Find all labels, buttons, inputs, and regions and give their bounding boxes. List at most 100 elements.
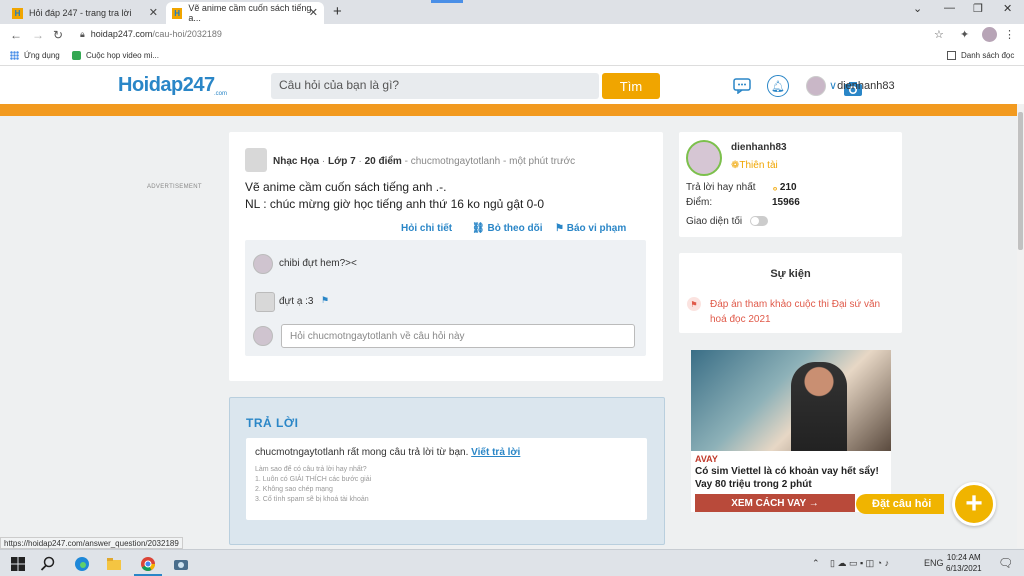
best-answers-count: 210 [779, 182, 797, 193]
url-domain: hoidap247.com [90, 29, 153, 39]
unfollow-link[interactable]: ⛓︎ Bỏ theo dõi [472, 223, 542, 234]
edge-icon[interactable] [74, 556, 90, 572]
favicon-icon: H [172, 7, 183, 19]
user-rank: ❁Thiên tài [731, 160, 778, 171]
bookmark-label: Ứng dụng [24, 51, 60, 60]
my-avatar [253, 326, 273, 346]
search-icon[interactable] [40, 556, 56, 572]
bookmark-apps[interactable]: Ứng dụng [10, 51, 60, 60]
tray-chevron-icon[interactable]: ⌃ [812, 558, 820, 569]
avatar[interactable] [806, 76, 826, 96]
minimize-icon[interactable]: — [944, 2, 955, 14]
logo-sub: .com [214, 91, 228, 97]
comment-avatar[interactable] [253, 254, 273, 274]
tip-item: 3. Cố tình spam sẽ bị khoá tài khoản [255, 496, 369, 503]
tab-search-icon[interactable]: ⌄ [913, 2, 922, 15]
grade-label[interactable]: Lớp 7 [328, 156, 356, 167]
windows-start-icon[interactable] [10, 556, 26, 572]
comments-panel: chibi đựt hem?>< đựt ạ :3 ⚑ Hỏi chucmotn… [245, 240, 646, 356]
answer-prompt: chucmotngaytotlanh rất mong câu trả lời … [255, 447, 520, 458]
username-text: dienhanh83 [837, 80, 895, 92]
taskbar: ⌃ ▯ ☁ ▭ ▪ ◫ ◔ ♪ ENG 10:24 AM 6/13/2021 🗨… [0, 549, 1024, 576]
browser-tab-active[interactable]: H Vẽ anime cầm cuốn sách tiếng a... ✕ [166, 2, 324, 24]
clock-time: 10:24 AM [946, 553, 981, 562]
close-window-icon[interactable]: ✕ [1003, 2, 1012, 15]
tray-icons[interactable]: ▯ ☁ ▭ ▪ ◫ ◔ ♪ [830, 558, 889, 569]
ad-cta-button[interactable]: XEM CÁCH VAY → [695, 494, 855, 512]
notification-icon[interactable]: 🗨︎ [998, 556, 1013, 570]
status-url: https://hoidap247.com/answer_question/20… [0, 537, 183, 549]
language-indicator[interactable]: ENG [924, 558, 944, 568]
url-field[interactable]: 🔒︎ hoidap247.com/cau-hoi/2032189 [80, 29, 222, 40]
clock[interactable]: 10:24 AM 6/13/2021 [946, 552, 982, 574]
bookmark-star-icon[interactable]: ☆ [934, 28, 944, 41]
points-value: 15966 [772, 197, 800, 208]
extensions-icon[interactable]: ✦ [960, 28, 969, 41]
tab-close-icon[interactable]: ✕ [149, 6, 158, 19]
report-link[interactable]: ⚑ Báo vi phạm [555, 223, 626, 234]
subject-label[interactable]: Nhạc Họa [273, 156, 319, 167]
chrome-icon[interactable] [140, 556, 156, 572]
reading-list-icon [947, 51, 956, 60]
comment-input[interactable]: Hỏi chucmotngaytotlanh về câu hỏi này [281, 324, 635, 348]
tips-title: Làm sao để có câu trả lời hay nhất? [255, 466, 367, 473]
search-box[interactable]: Câu hỏi của bạn là gì? [271, 73, 862, 99]
back-icon[interactable]: ← [10, 28, 22, 42]
ask-detail-link[interactable]: Hỏi chi tiết [401, 223, 452, 234]
menu-icon[interactable]: ⋮ [1004, 28, 1015, 41]
question-line: NL : chúc mừng giờ học tiếng anh thứ 16 … [245, 197, 545, 211]
lock-icon: 🔒︎ [80, 29, 85, 39]
flag-icon: ⚑ [555, 223, 564, 234]
browser-tab[interactable]: H Hỏi đáp 247 - trang tra lời ✕ [6, 2, 164, 24]
search-input[interactable]: Câu hỏi của bạn là gì? [279, 78, 399, 92]
report-comment-flag-icon[interactable]: ⚑ [321, 295, 329, 306]
camera-app-icon[interactable] [173, 556, 189, 572]
bookmark-meet[interactable]: Cuộc họp video mi... [72, 51, 159, 60]
write-answer-link[interactable]: Viết trả lời [471, 447, 520, 458]
scrollbar-thumb[interactable] [1018, 112, 1023, 250]
forward-icon[interactable]: → [32, 28, 44, 42]
site-logo[interactable]: Hoidap247 [118, 74, 215, 97]
reload-icon[interactable]: ↻ [53, 28, 63, 42]
find-button[interactable]: Tìm [602, 73, 660, 99]
ad-banner[interactable]: AVAY Có sim Viettel là có khoản vay hết … [691, 350, 891, 512]
dark-mode-label: Giao diện tối [686, 216, 743, 227]
ask-question-button[interactable]: Đặt câu hỏi [856, 494, 944, 514]
browser-tabstrip: H Hỏi đáp 247 - trang tra lời ✕ H Vẽ ani… [0, 0, 1024, 24]
comment-avatar[interactable] [255, 292, 275, 312]
user-avatar[interactable] [686, 140, 722, 176]
tab-close-icon[interactable]: ✕ [309, 6, 318, 19]
header-username[interactable]: ∨dienhanh83 [829, 79, 895, 92]
reading-list[interactable]: Danh sách đọc [947, 51, 1014, 60]
ask-plus-icon[interactable]: + [952, 482, 996, 526]
apps-grid-icon [10, 51, 19, 60]
question-line: Vẽ anime cầm cuốn sách tiếng anh .-. [245, 180, 447, 194]
chat-icon[interactable] [733, 78, 751, 94]
answer-prompt-text: chucmotngaytotlanh rất mong câu trả lời … [255, 447, 469, 458]
favicon-icon: H [12, 7, 23, 19]
answer-title: TRẢ LỜI [246, 416, 299, 430]
ad-headline: Có sim Viettel là có khoản vay hết sẩy! … [695, 466, 879, 490]
dark-mode-toggle[interactable] [750, 216, 768, 226]
user-name[interactable]: dienhanh83 [731, 142, 787, 153]
bookmarks-bar: Ứng dụng Cuộc họp video mi... Danh sách … [0, 46, 1024, 66]
points-label: 20 điểm [364, 156, 402, 167]
tab-drag-indicator [431, 0, 463, 3]
tip-item: 1. Luôn có GIẢI THÍCH các bước giải [255, 476, 372, 483]
answer-box: chucmotngaytotlanh rất mong câu trả lời … [246, 438, 647, 520]
profile-avatar[interactable] [982, 27, 997, 42]
file-explorer-icon[interactable] [106, 556, 122, 572]
reading-list-label: Danh sách đọc [961, 51, 1015, 60]
best-answers-value: ₒ 210 [773, 182, 797, 193]
new-tab-icon[interactable]: + [333, 3, 342, 20]
asker-avatar[interactable] [245, 148, 267, 172]
ad-person-figure [791, 362, 847, 451]
ad-image[interactable] [691, 350, 891, 451]
site-header: Hoidap247 .com Câu hỏi của bạn là gì? Tì… [0, 66, 1024, 104]
tip-item: 2. Không sao chép mạng [255, 486, 333, 493]
event-link[interactable]: Đáp án tham khảo cuộc thi Đại sứ văn hoá… [710, 297, 890, 327]
tab-title: Hỏi đáp 247 - trang tra lời [29, 8, 132, 18]
unfollow-label: Bỏ theo dõi [487, 223, 543, 234]
bell-icon[interactable]: 🔔︎ [767, 75, 789, 97]
maximize-icon[interactable]: ❐ [973, 2, 983, 15]
